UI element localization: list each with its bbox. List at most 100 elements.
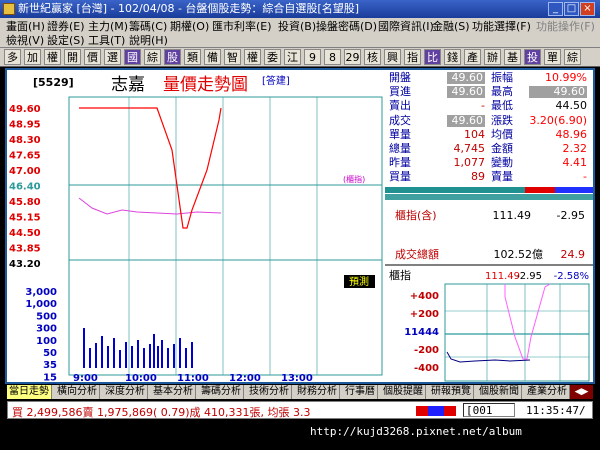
quote-panel: 開盤 49.60 買進 49.60 賣出 - 成交 49.60 單量 104 總量 4,745 昨量 1,… (385, 70, 593, 188)
menu-item[interactable]: 匯市利率(E) (212, 20, 272, 34)
menu-item[interactable]: 檢視(V) (6, 34, 44, 48)
tab-2[interactable]: 深度分析 (103, 385, 148, 399)
tab-8[interactable]: 個股提醒 (381, 385, 426, 399)
toolbar-button[interactable]: 權 (244, 49, 261, 65)
maximize-button[interactable]: □ (564, 2, 579, 16)
analysis-tab-bar: 當日走勢 橫向分析 深度分析 基本分析 籌碼分析 技術分析 財務分析 行事曆 個股提醒 研報預覽個… (7, 385, 593, 399)
volume-bar (173, 344, 175, 368)
tab-9[interactable]: 研報預覽 (429, 385, 474, 399)
tab-5[interactable]: 技術分析 (247, 385, 292, 399)
quote-label: 單量 (389, 127, 411, 141)
volume-bar (119, 350, 121, 368)
tab-6[interactable]: 財務分析 (295, 385, 340, 399)
menu-item[interactable]: 設定(S) (47, 34, 85, 48)
tag-link[interactable]: [答建] (262, 74, 290, 87)
toolbar-button[interactable]: 加 (24, 49, 41, 65)
toolbar-button[interactable]: 綜 (144, 49, 161, 65)
toolbar-button[interactable]: 開 (64, 49, 81, 65)
tab-4[interactable]: 籌碼分析 (199, 385, 244, 399)
tab-3[interactable]: 基本分析 (151, 385, 196, 399)
price-tick: 45.80 (9, 197, 41, 208)
code-input[interactable]: [001 (463, 403, 515, 417)
toolbar-button[interactable]: 國 (124, 49, 141, 65)
toolbar-button[interactable]: 投 (524, 49, 541, 65)
volume-bar (185, 348, 187, 368)
tab-10[interactable]: 個股新聞 (477, 385, 522, 399)
toolbar-button[interactable]: 股 (164, 49, 181, 65)
tab-scroll-arrows[interactable]: ◀▶ (570, 385, 593, 399)
toolbar-button[interactable]: 江 (284, 49, 301, 65)
tab-7[interactable]: 行事曆 (343, 385, 378, 399)
time-tick: 12:00 (229, 373, 261, 384)
quote-value: 4.41 (562, 156, 588, 170)
volume-tick: 500 (36, 311, 57, 322)
toolbar-button[interactable]: 多 (4, 49, 21, 65)
toolbar-button[interactable]: 興 (384, 49, 401, 65)
tab-0[interactable]: 當日走勢 (7, 385, 52, 399)
toolbar-button[interactable]: 29 (344, 49, 361, 65)
tab-11[interactable]: 產業分析 (525, 385, 570, 399)
volume-bar (167, 348, 169, 368)
toolbar-button[interactable]: 價 (84, 49, 101, 65)
toolbar-button[interactable]: 委 (264, 49, 281, 65)
toolbar-button[interactable]: 選 (104, 49, 121, 65)
quote-value: 49.60 (529, 86, 587, 99)
toolbar-button[interactable]: 錢 (444, 49, 461, 65)
index-panel-label: 櫃指 (389, 268, 411, 282)
price-tick: 46.40 (9, 182, 41, 193)
toolbar-button[interactable]: 單 (544, 49, 561, 65)
quote-value: 44.50 (555, 99, 588, 113)
index-label: 櫃指(含) (395, 208, 437, 222)
chart-title: 量價走勢圖 (163, 75, 248, 95)
minimize-button[interactable]: _ (548, 2, 563, 16)
quote-value: 104 (464, 127, 485, 141)
menu-item[interactable]: 籌碼(C) (129, 20, 167, 34)
index-panel: 櫃指(含) 111.49 -2.95 成交總額 102.52億 24.9 櫃指 … (385, 187, 593, 382)
volume-bar (131, 346, 133, 368)
toolbar-button[interactable]: 綜 (564, 49, 581, 65)
tab-1[interactable]: 橫向分析 (55, 385, 100, 399)
toolbar-button[interactable]: 權 (44, 49, 61, 65)
toolbar-button[interactable]: 指 (404, 49, 421, 65)
index-scale-tick: +200 (410, 309, 439, 320)
toolbar-button[interactable]: 產 (464, 49, 481, 65)
menu-item[interactable]: 工具(T) (88, 34, 125, 48)
toolbar-button[interactable]: 辦 (484, 49, 501, 65)
toolbar-button[interactable]: 8 (324, 49, 341, 65)
menu-item[interactable]: 證券(E) (47, 20, 85, 34)
volume-tick: 100 (36, 336, 57, 347)
turnover-value: 102.52億 (494, 248, 544, 261)
app-icon[interactable] (3, 3, 15, 15)
price-tick: 45.15 (9, 213, 41, 224)
quote-value: 3.20(6.90) (529, 113, 587, 127)
watermark-url: http://kujd3268.pixnet.net/album (310, 425, 522, 438)
toolbar-button[interactable]: 智 (224, 49, 241, 65)
quote-value: 1,077 (453, 156, 486, 170)
menu-item[interactable]: 操盤密碼(D) (316, 20, 377, 34)
menu-item[interactable]: 功能操作(F) (536, 20, 595, 34)
volume-tick: 50 (43, 348, 57, 359)
toolbar-button[interactable]: 比 (424, 49, 441, 65)
menu-item[interactable]: 國際資訊(I) (378, 20, 434, 34)
index-scale-tick: -200 (414, 345, 439, 356)
close-button[interactable]: × (580, 2, 595, 16)
menu-item[interactable]: 投資(B) (278, 20, 316, 34)
menu-item[interactable]: 期權(O) (170, 20, 209, 34)
menu-item[interactable]: 畫面(H) (6, 20, 45, 34)
menu-item[interactable]: 說明(H) (129, 34, 168, 48)
toolbar-button[interactable]: 基 (504, 49, 521, 65)
quote-value: 49.60 (447, 114, 485, 127)
toolbar-button[interactable]: 備 (204, 49, 221, 65)
quote-label: 總量 (389, 142, 411, 155)
quote-label: 買進 (389, 85, 411, 99)
volume-tick: 1,000 (25, 299, 57, 310)
volume-bar (101, 336, 103, 368)
volume-bar (89, 348, 91, 368)
menu-item[interactable]: 功能選擇(F) (472, 20, 531, 34)
quote-value: - (583, 170, 587, 184)
toolbar-button[interactable]: 類 (184, 49, 201, 65)
toolbar-button[interactable]: 9 (304, 49, 321, 65)
menu-item[interactable]: 主力(M) (88, 20, 128, 34)
menu-item[interactable]: 金融(S) (432, 20, 470, 34)
toolbar-button[interactable]: 核 (364, 49, 381, 65)
